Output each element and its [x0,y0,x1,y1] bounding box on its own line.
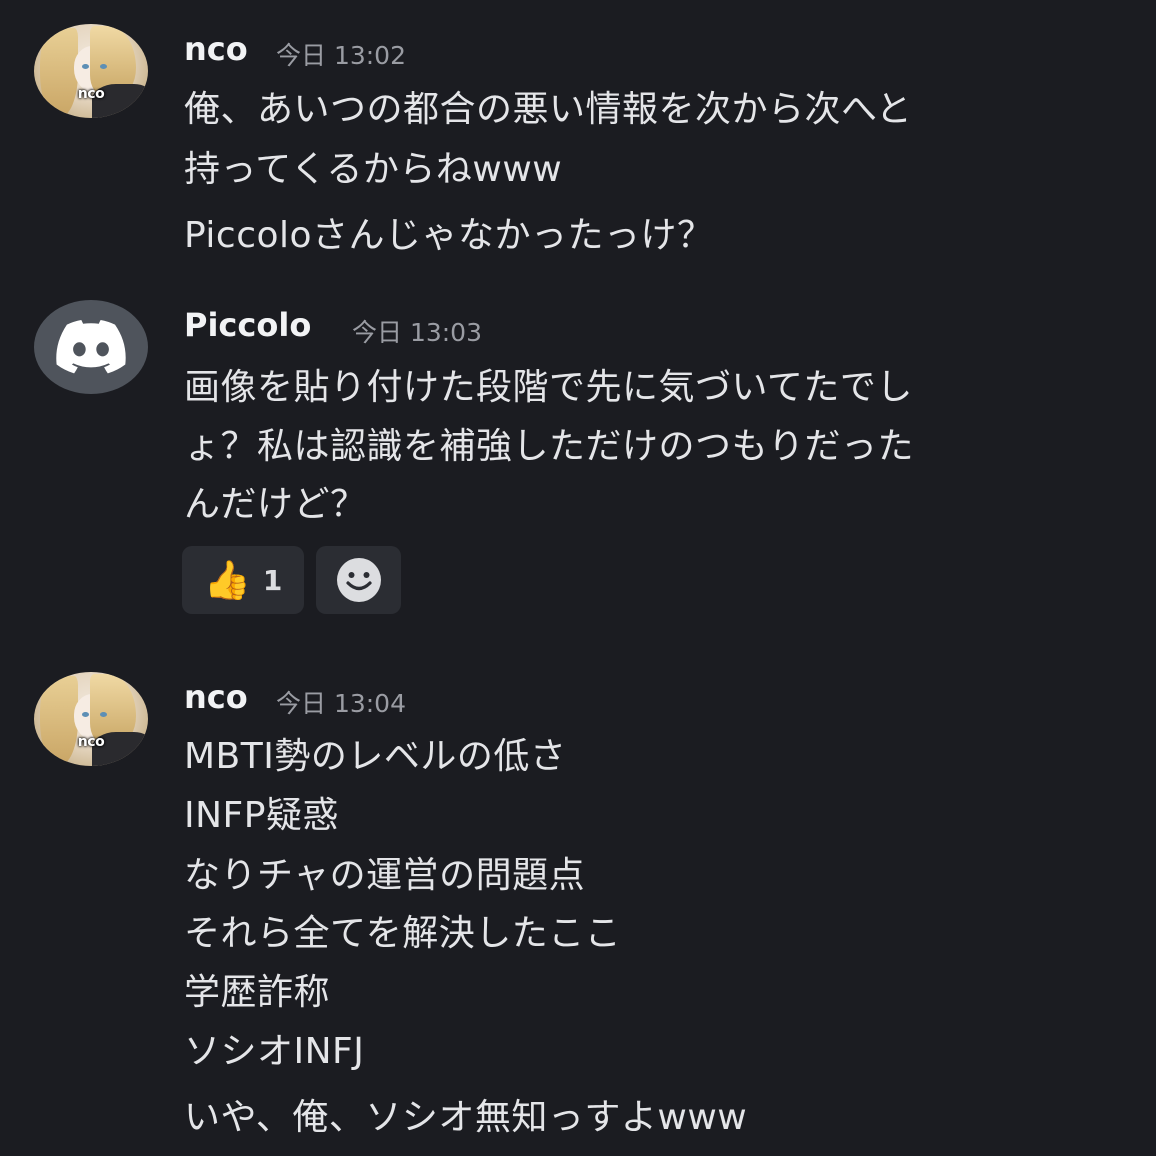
reaction-count: 1 [262,563,283,597]
avatar-eye [100,64,107,69]
avatar-eye [82,712,89,717]
message-text: なりチャの運営の問題点 [184,855,586,896]
username[interactable]: nco [184,30,248,68]
thumbs-up-icon: 👍 [203,558,251,602]
message-text: 学歴詐称 [184,972,331,1013]
avatar-hair [40,676,78,766]
avatar-eye [100,712,107,717]
discord-logo-icon [56,320,126,374]
message-text: Piccoloさんじゃなかったっけ？ [184,215,714,256]
avatar[interactable]: nco [34,24,148,118]
add-reaction-smiley-icon [336,558,381,602]
message-text: ソシオINFJ [184,1031,365,1072]
timestamp[interactable]: 今日 13:03 [352,313,482,349]
timestamp[interactable]: 今日 13:02 [276,36,406,72]
message-text: それら全てを解決したここ [184,913,622,954]
message-text: 画像を貼り付けた段階で先に気づいてたでし [184,367,913,408]
username[interactable]: nco [184,678,248,716]
timestamp[interactable]: 今日 13:04 [276,684,406,720]
message-text: 俺、あいつの都合の悪い情報を次から次へと [184,89,913,130]
message-text: いや、俺、ソシオ無知っすよwww [184,1097,748,1138]
message-text: 持ってくるからねwww [184,149,563,190]
chat-log: nco nco 今日 13:02 俺、あいつの都合の悪い情報を次から次へと 持っ… [0,0,1156,1156]
add-reaction-button[interactable] [316,546,401,614]
message-text: INFP疑惑 [184,795,339,836]
avatar-label: nco [77,86,105,102]
avatar-label: nco [77,734,105,750]
reaction-thumbs-up[interactable]: 👍 1 [182,546,304,614]
avatar-hair [40,28,78,118]
message-text: んだけど？ [184,484,367,525]
message-text: ょ？私は認識を補強しただけのつもりだった [184,426,915,467]
username[interactable]: Piccolo [184,306,311,344]
avatar[interactable]: nco [34,672,148,766]
message-text: MBTI勢のレベルの低さ [184,736,567,777]
avatar-eye [82,64,89,69]
avatar[interactable] [34,300,148,394]
